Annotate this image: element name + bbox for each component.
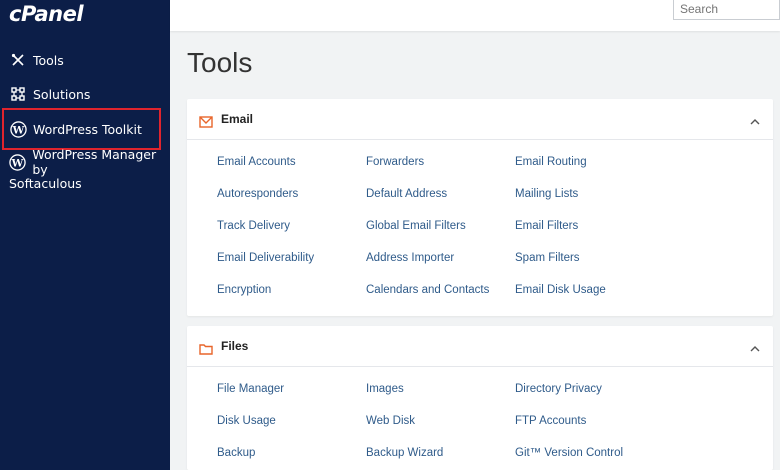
sidebar-item-label: Tools <box>33 52 64 68</box>
sidebar-item-label-continued: Softaculous <box>9 176 82 191</box>
link-backup[interactable]: Backup <box>217 447 255 459</box>
link-track-delivery[interactable]: Track Delivery <box>217 220 290 232</box>
link-email-filters[interactable]: Email Filters <box>515 220 578 232</box>
link-address-importer[interactable]: Address Importer <box>366 252 454 264</box>
link-autoresponders[interactable]: Autoresponders <box>217 188 298 200</box>
link-images[interactable]: Images <box>366 383 404 395</box>
link-email-disk-usage[interactable]: Email Disk Usage <box>515 284 606 296</box>
email-panel-header[interactable]: Email <box>187 99 773 140</box>
link-disk-usage[interactable]: Disk Usage <box>217 415 276 427</box>
link-web-disk[interactable]: Web Disk <box>366 415 415 427</box>
link-mailing-lists[interactable]: Mailing Lists <box>515 188 578 200</box>
sidebar-item-label: Solutions <box>33 86 91 102</box>
link-backup-wizard[interactable]: Backup Wizard <box>366 447 443 459</box>
page-title: Tools <box>187 47 253 78</box>
cpanel-logo[interactable]: cPanel <box>9 2 84 26</box>
chevron-up-icon[interactable] <box>749 340 761 352</box>
svg-text:W: W <box>11 124 24 136</box>
link-forwarders[interactable]: Forwarders <box>366 156 424 168</box>
top-bar <box>170 0 780 31</box>
sidebar-item-label: WordPress Toolkit <box>33 121 142 137</box>
chevron-up-icon[interactable] <box>749 113 761 125</box>
link-ftp-accounts[interactable]: FTP Accounts <box>515 415 586 427</box>
folder-icon <box>199 340 213 355</box>
panel-title: Files <box>221 339 249 353</box>
link-git-version-control[interactable]: Git™ Version Control <box>515 447 623 459</box>
link-email-routing[interactable]: Email Routing <box>515 156 587 168</box>
files-panel-header[interactable]: Files <box>187 326 773 367</box>
envelope-icon <box>199 113 213 128</box>
wordpress-icon: W <box>9 153 26 171</box>
sidebar-item-tools[interactable]: Tools <box>0 50 170 70</box>
svg-text:W: W <box>11 157 24 169</box>
sidebar: cPanel Tools Solutions W WordPress Toolk… <box>0 0 170 470</box>
sidebar-item-solutions[interactable]: Solutions <box>0 84 170 104</box>
link-default-address[interactable]: Default Address <box>366 188 447 200</box>
files-panel: Files File Manager Disk Usage Backup Ima… <box>187 326 773 470</box>
link-email-accounts[interactable]: Email Accounts <box>217 156 296 168</box>
search-input[interactable] <box>673 0 780 20</box>
wordpress-icon: W <box>9 120 27 138</box>
link-global-email-filters[interactable]: Global Email Filters <box>366 220 466 232</box>
link-directory-privacy[interactable]: Directory Privacy <box>515 383 602 395</box>
email-panel: Email Email Accounts Autoresponders Trac… <box>187 99 773 316</box>
link-calendars-and-contacts[interactable]: Calendars and Contacts <box>366 284 489 296</box>
link-email-deliverability[interactable]: Email Deliverability <box>217 252 314 264</box>
tools-icon <box>9 51 27 69</box>
sidebar-item-wordpress-manager[interactable]: W WordPress Manager by Softaculous <box>0 147 170 202</box>
link-spam-filters[interactable]: Spam Filters <box>515 252 580 264</box>
solutions-icon <box>9 85 27 103</box>
panel-title: Email <box>221 112 254 126</box>
link-file-manager[interactable]: File Manager <box>217 383 284 395</box>
link-encryption[interactable]: Encryption <box>217 284 271 296</box>
sidebar-item-wordpress-toolkit[interactable]: W WordPress Toolkit <box>2 108 161 150</box>
sidebar-item-label: WordPress Manager by <box>32 147 157 177</box>
